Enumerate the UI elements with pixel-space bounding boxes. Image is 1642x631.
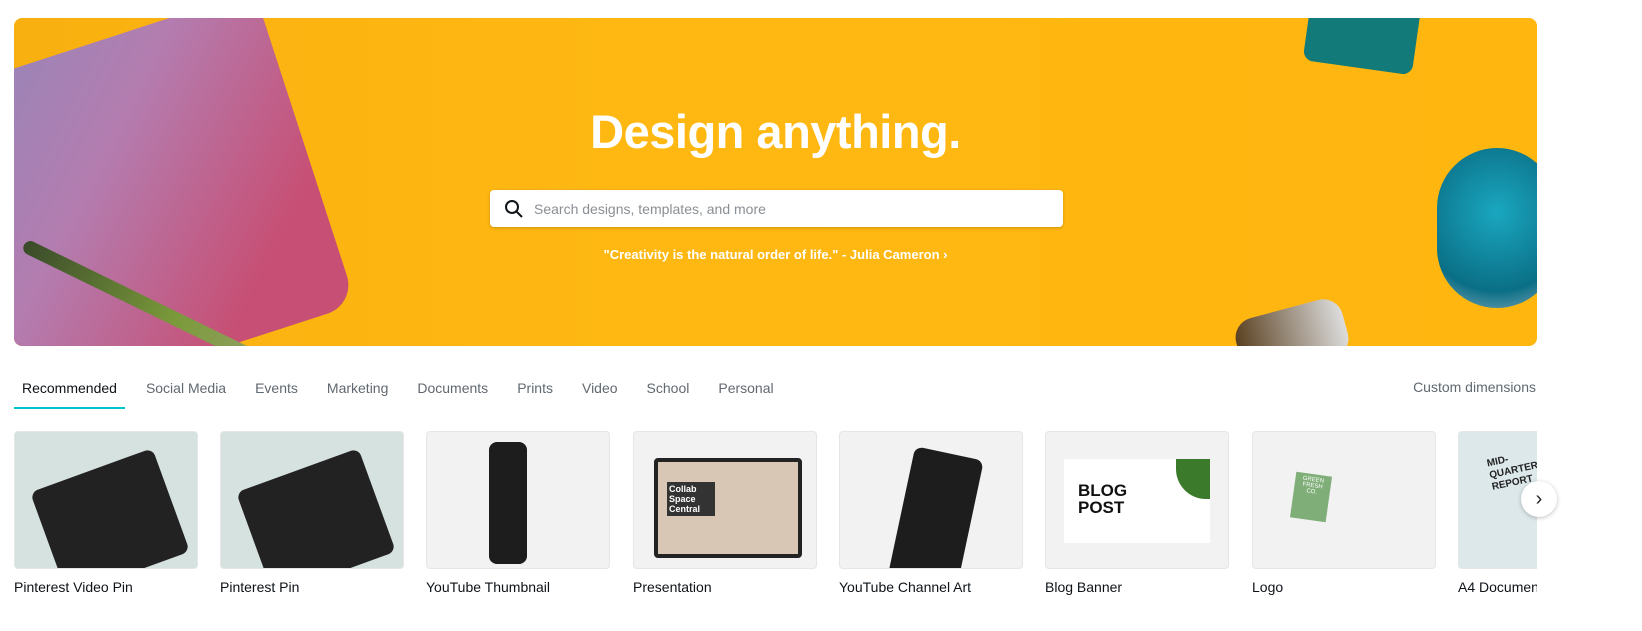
card-thumbnail: [426, 431, 610, 569]
tab-marketing[interactable]: Marketing: [319, 378, 396, 407]
card-presentation[interactable]: Collab Space Central Presentation: [633, 431, 817, 595]
hero-title: Design anything.: [590, 105, 961, 158]
card-label: Logo: [1252, 579, 1284, 595]
tab-documents[interactable]: Documents: [409, 378, 496, 407]
blog-thumb-text: BLOG POST: [1078, 481, 1128, 517]
search-icon: [505, 199, 523, 218]
carousel-next-button[interactable]: ›: [1521, 481, 1557, 517]
card-label: YouTube Channel Art: [839, 579, 972, 595]
tab-social-media[interactable]: Social Media: [138, 378, 234, 407]
paint-jar-decoration: [1437, 148, 1537, 308]
card-label: YouTube Thumbnail: [426, 579, 551, 595]
search-input[interactable]: [532, 199, 1063, 218]
card-thumbnail: [14, 431, 198, 569]
card-pinterest-video-pin[interactable]: Pinterest Video Pin: [14, 431, 198, 595]
card-thumbnail: BLOG POST: [1045, 431, 1229, 569]
card-label: Pinterest Pin: [220, 579, 300, 595]
quote-link[interactable]: "Creativity is the natural order of life…: [14, 247, 1537, 262]
card-label: Presentation: [633, 579, 712, 595]
presentation-thumb-text: Collab Space Central: [667, 482, 715, 516]
card-pinterest-pin[interactable]: Pinterest Pin: [220, 431, 404, 595]
category-tabs: Recommended Social Media Events Marketin…: [14, 378, 795, 409]
hero-banner: Design anything. "Creativity is the natu…: [14, 18, 1537, 346]
card-thumbnail: [839, 431, 1023, 569]
search-bar[interactable]: [490, 190, 1063, 227]
tab-events[interactable]: Events: [247, 378, 306, 407]
custom-dimensions-link[interactable]: Custom dimensions: [1413, 379, 1536, 395]
card-blog-banner[interactable]: BLOG POST Blog Banner: [1045, 431, 1229, 595]
palette-board-decoration: [14, 18, 357, 346]
card-youtube-channel-art[interactable]: YouTube Channel Art: [839, 431, 1023, 595]
paint-tube-decoration: [1231, 294, 1353, 346]
card-thumbnail: [220, 431, 404, 569]
card-thumbnail: GREEN FRESH CO.: [1252, 431, 1436, 569]
tab-school[interactable]: School: [639, 378, 698, 407]
card-logo[interactable]: GREEN FRESH CO. Logo: [1252, 431, 1436, 595]
card-youtube-thumbnail[interactable]: YouTube Thumbnail: [426, 431, 610, 595]
tray-decoration: [1302, 18, 1422, 76]
tab-video[interactable]: Video: [574, 378, 626, 407]
card-label: Pinterest Video Pin: [14, 579, 133, 595]
logo-thumb-text: GREEN FRESH CO.: [1289, 471, 1333, 523]
tab-personal[interactable]: Personal: [710, 378, 781, 407]
chevron-right-icon: ›: [1535, 487, 1543, 510]
card-label: Blog Banner: [1045, 579, 1123, 595]
card-label: A4 Document: [1458, 579, 1537, 595]
tab-prints[interactable]: Prints: [509, 378, 561, 407]
card-a4-document[interactable]: MID-QUARTER REPORT A4 Document: [1458, 431, 1537, 595]
tab-recommended[interactable]: Recommended: [14, 378, 125, 409]
card-thumbnail: Collab Space Central: [633, 431, 817, 569]
design-type-carousel: Pinterest Video Pin Pinterest Pin YouTub…: [14, 431, 1537, 631]
